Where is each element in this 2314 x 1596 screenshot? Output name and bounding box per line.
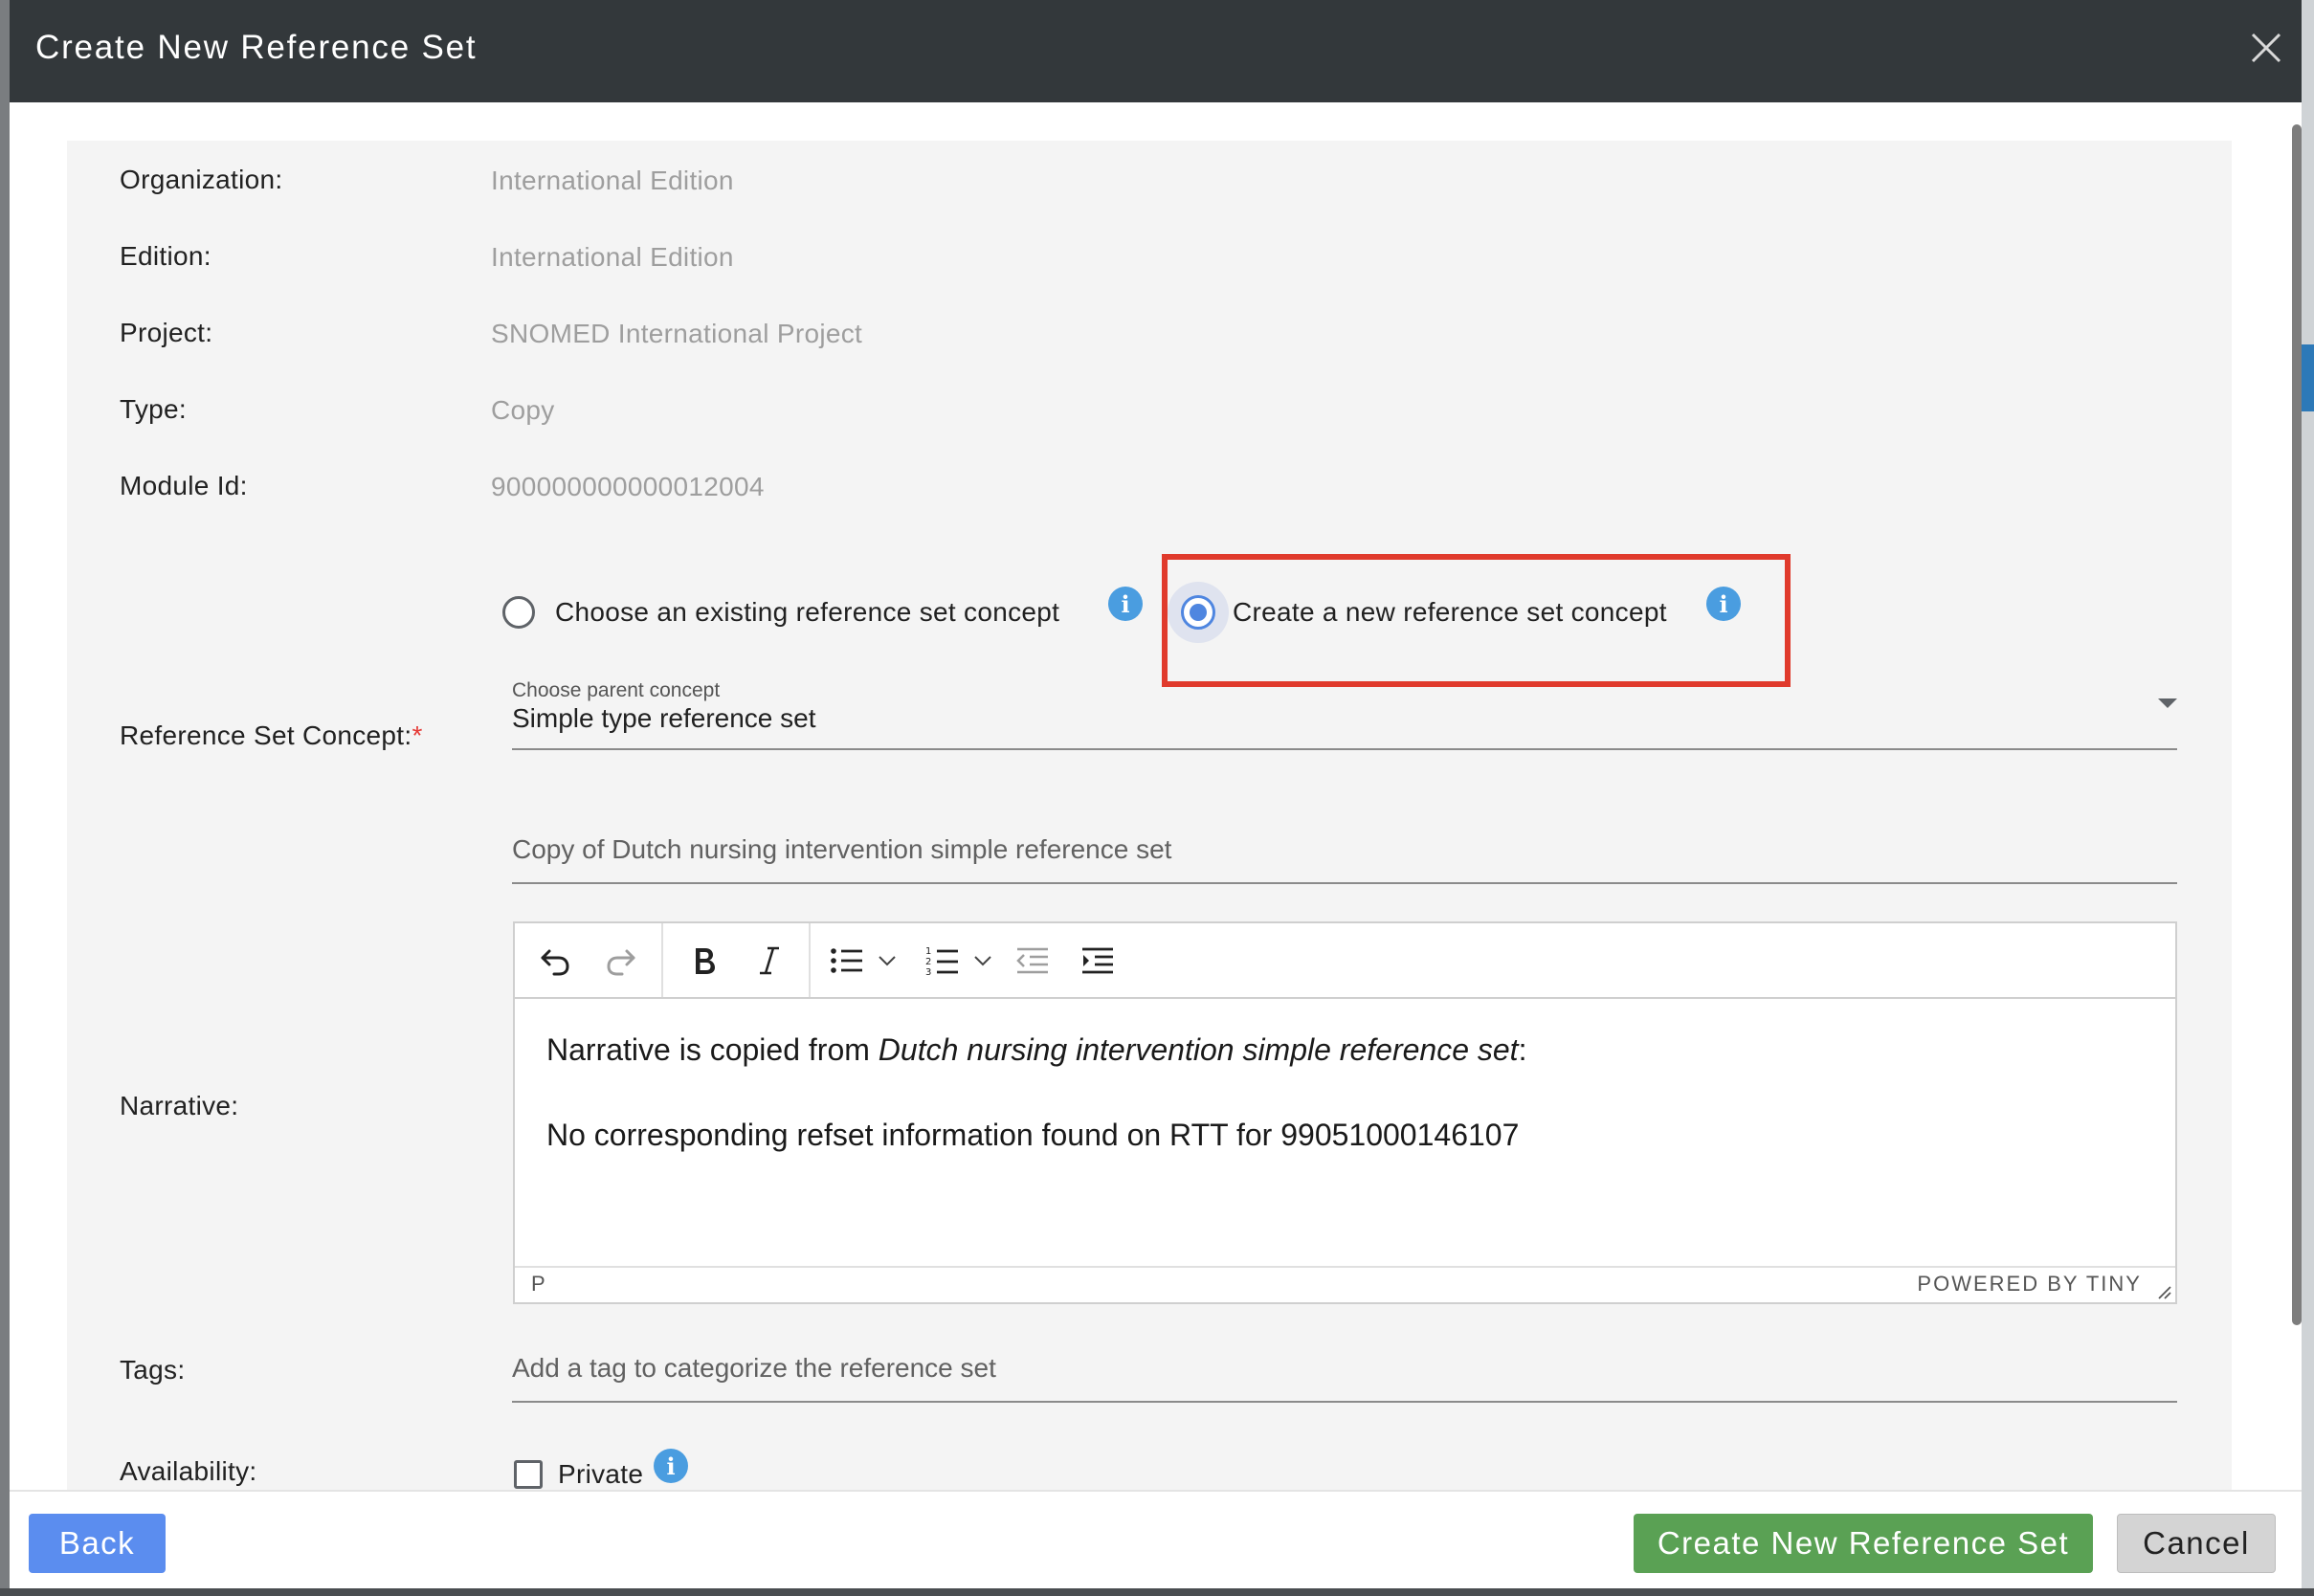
bullet-list-dropdown[interactable] [873,937,901,985]
info-icon[interactable]: i [1108,587,1143,621]
project-value: SNOMED International Project [491,319,863,348]
module-id-value: 900000000000012004 [491,472,765,501]
scrollbar-thumb[interactable] [2292,124,2302,1325]
undo-icon [541,949,569,976]
close-icon [2251,33,2281,63]
create-reference-set-button[interactable]: Create New Reference Set [1634,1514,2093,1573]
edition-label: Edition: [120,241,211,271]
edition-value: International Edition [491,242,734,272]
numbered-list-button[interactable]: 1 2 3 [919,937,967,985]
private-label[interactable]: Private [558,1459,643,1490]
module-id-label: Module Id: [120,471,248,500]
svg-text:3: 3 [925,967,931,978]
editor-toolbar: 1 2 3 [515,923,2175,999]
outdent-button[interactable] [1009,937,1057,985]
tags-label: Tags: [120,1355,186,1385]
chevron-down-icon [974,956,991,966]
parent-concept-caption: Choose parent concept [512,679,721,701]
page-backdrop [2302,0,2314,1596]
cancel-button[interactable]: Cancel [2117,1514,2276,1573]
radio-existing-concept[interactable]: Choose an existing reference set concept [502,596,1059,629]
page-bottom-edge [0,1588,2314,1596]
info-icon[interactable]: i [654,1449,688,1483]
italic-icon [760,946,779,975]
italic-button[interactable] [743,937,796,985]
indent-button[interactable] [1074,937,1122,985]
required-marker: * [412,720,423,750]
numbered-list-dropdown[interactable] [968,937,997,985]
editor-statusbar: P POWERED BY TINY [515,1266,2175,1302]
tags-input[interactable]: Add a tag to categorize the reference se… [512,1343,2177,1403]
refset-name-value: Copy of Dutch nursing intervention simpl… [512,834,1172,864]
narrative-line-2: No corresponding refset information foun… [546,1118,1520,1152]
close-button[interactable] [2239,21,2293,75]
availability-label: Availability: [120,1456,257,1486]
indent-icon [1082,947,1113,974]
powered-by-tiny[interactable]: POWERED BY TINY [1917,1272,2142,1297]
tags-placeholder: Add a tag to categorize the reference se… [512,1353,996,1383]
create-reference-set-dialog: Create New Reference Set Organization: I… [10,0,2302,1588]
page-backdrop-accent [2302,344,2314,411]
bullet-list-icon [831,948,862,973]
element-path[interactable]: P [531,1272,545,1297]
refset-name-input[interactable]: Copy of Dutch nursing intervention simpl… [512,825,2177,884]
radio-existing-label[interactable]: Choose an existing reference set concept [555,597,1059,628]
dialog-footer: Back Create New Reference Set Cancel [10,1490,2302,1588]
private-checkbox[interactable] [514,1460,543,1489]
narrative-line-1: Narrative is copied from Dutch nursing i… [546,1032,1527,1067]
chevron-down-icon [879,956,896,966]
organization-label: Organization: [120,165,283,194]
highlight-annotation [1162,554,1791,687]
type-value: Copy [491,395,555,425]
radio-existing-indicator[interactable] [502,596,535,629]
dropdown-arrow-icon[interactable] [2158,698,2177,708]
back-button[interactable]: Back [29,1514,166,1573]
narrative-label: Narrative: [120,1091,239,1120]
refset-concept-label: Reference Set Concept:* [120,720,423,750]
redo-button[interactable] [594,937,648,985]
type-label: Type: [120,394,187,424]
organization-value: International Edition [491,166,734,195]
svg-text:2: 2 [925,957,931,967]
editor-content[interactable]: Narrative is copied from Dutch nursing i… [546,1029,1526,1199]
bullet-list-button[interactable] [823,937,871,985]
redo-icon [607,949,635,976]
resize-handle-icon[interactable] [2156,1284,2171,1299]
numbered-list-icon: 1 2 3 [925,946,958,978]
dialog-title: Create New Reference Set [35,29,478,66]
parent-concept-select[interactable]: Choose parent concept Simple type refere… [512,677,2177,750]
svg-text:1: 1 [925,946,931,957]
dialog-header: Create New Reference Set [10,0,2302,102]
outdent-icon [1016,947,1048,974]
narrative-editor[interactable]: 1 2 3 Narrative is copied from Dutch nur… [513,921,2177,1304]
project-label: Project: [120,318,213,347]
bold-icon [696,948,715,974]
bold-button[interactable] [678,937,731,985]
parent-concept-value: Simple type reference set [512,703,816,733]
undo-button[interactable] [528,937,582,985]
